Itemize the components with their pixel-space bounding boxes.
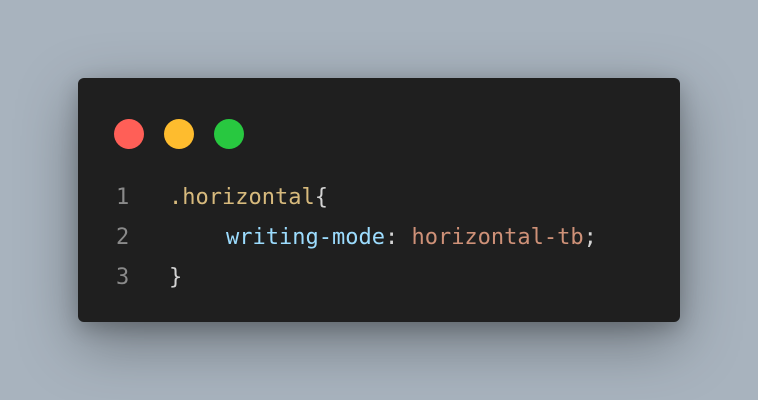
window-controls [114,119,244,149]
maximize-dot-icon[interactable] [214,119,244,149]
code-text: writing-mode: horizontal-tb; [169,218,597,258]
css-property: writing-mode [226,225,385,250]
code-window: 1 .horizontal{ 2 writing-mode: horizonta… [78,78,680,322]
css-value: horizontal-tb [411,225,584,250]
line-number: 2 [116,225,130,250]
minimize-dot-icon[interactable] [164,119,194,149]
code-block: 1 .horizontal{ 2 writing-mode: horizonta… [116,178,597,298]
code-line: 2 writing-mode: horizontal-tb; [116,218,597,258]
close-dot-icon[interactable] [114,119,144,149]
close-brace: } [169,265,183,290]
open-brace: { [314,185,328,210]
code-text: } [169,258,182,298]
colon: : [384,225,412,250]
line-number: 3 [116,265,130,290]
semicolon: ; [583,225,597,250]
line-number: 1 [116,185,130,210]
code-line: 1 .horizontal{ [116,178,597,218]
code-line: 3 } [116,258,597,298]
css-selector: .horizontal [169,185,315,210]
code-text: .horizontal{ [169,178,328,218]
